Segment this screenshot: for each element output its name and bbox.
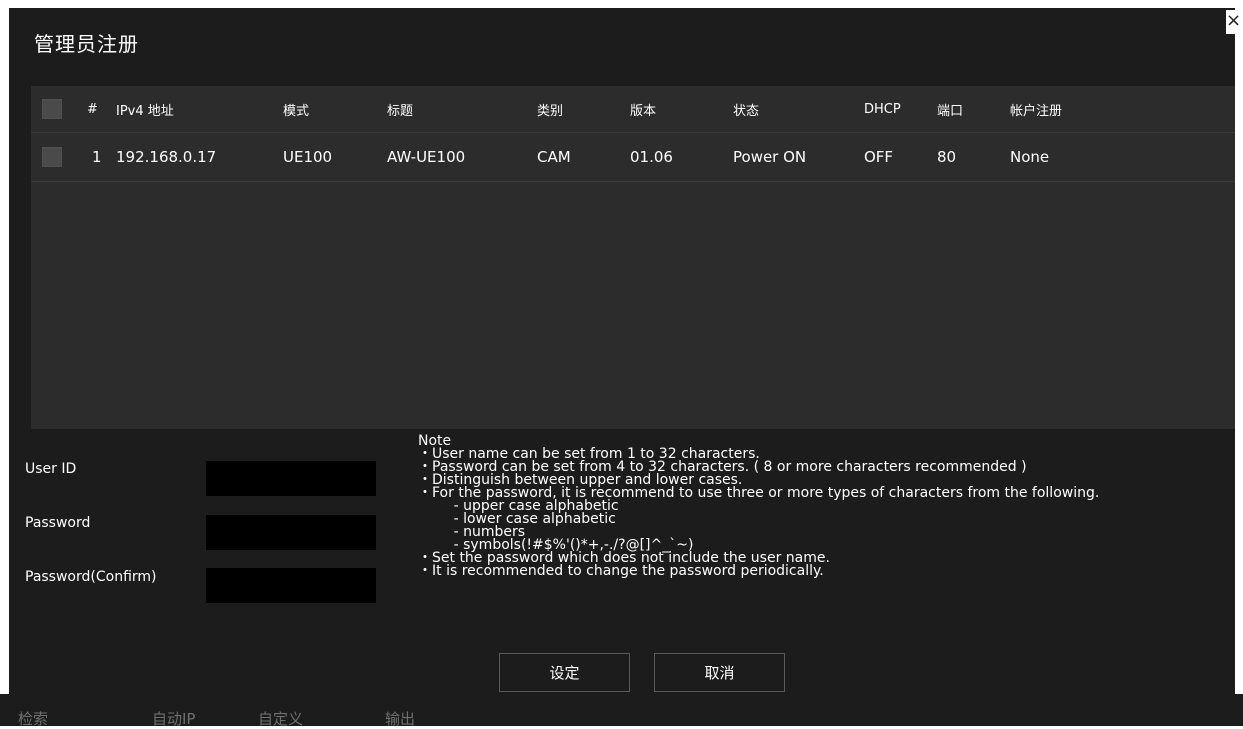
cell-status: Power ON	[733, 148, 807, 166]
password-confirm-input[interactable]	[206, 568, 376, 603]
cell-title: AW-UE100	[387, 148, 466, 166]
dialog-title: 管理员注册	[34, 32, 139, 56]
password-confirm-label: Password(Confirm)	[25, 569, 157, 585]
header-model: 模式	[283, 103, 310, 119]
header-category: 类别	[537, 103, 564, 119]
note-line: ・It is recommended to change the passwor…	[418, 563, 824, 579]
user-id-label: User ID	[25, 461, 77, 477]
cell-version: 01.06	[630, 148, 673, 166]
header-num: #	[87, 101, 98, 117]
header-port: 端口	[937, 103, 964, 119]
row-checkbox[interactable]	[42, 147, 62, 167]
header-version: 版本	[630, 103, 657, 119]
cell-ipv4: 192.168.0.17	[116, 148, 217, 166]
admin-registration-dialog: 管理员注册 # IPv4 地址 模式 标题 类别 版本 状态 DHCP 端口 帐…	[9, 8, 1235, 694]
cell-model: UE100	[283, 148, 333, 166]
table-row[interactable]: 1 192.168.0.17 UE100 AW-UE100 CAM 01.06 …	[31, 133, 1235, 182]
select-all-checkbox[interactable]	[42, 99, 62, 119]
header-status: 状态	[733, 103, 760, 119]
cell-account: None	[1010, 148, 1050, 166]
cell-num: 1	[92, 148, 102, 166]
cell-dhcp: OFF	[864, 148, 894, 166]
header-dhcp: DHCP	[864, 101, 901, 117]
cell-port: 80	[937, 148, 957, 166]
header-ipv4: IPv4 地址	[116, 103, 174, 119]
password-label: Password	[25, 515, 91, 531]
password-input[interactable]	[206, 515, 376, 550]
header-title: 标题	[387, 103, 414, 119]
underlying-toolbar: 检索 自动IP 自定义 输出	[0, 694, 1243, 728]
header-account: 帐户注册	[1010, 103, 1063, 119]
set-button[interactable]: 设定	[499, 653, 630, 692]
device-table: # IPv4 地址 模式 标题 类别 版本 状态 DHCP 端口 帐户注册 1 …	[31, 86, 1235, 429]
cancel-button[interactable]: 取消	[654, 653, 785, 692]
close-icon[interactable]: ×	[1226, 10, 1243, 34]
user-id-input[interactable]	[206, 461, 376, 496]
cell-category: CAM	[537, 148, 571, 166]
password-note: Note ・User name can be set from 1 to 32 …	[418, 434, 1218, 579]
note-line: - lower case alphabetic	[418, 511, 616, 527]
table-header-row: # IPv4 地址 模式 标题 类别 版本 状态 DHCP 端口 帐户注册	[31, 86, 1235, 133]
